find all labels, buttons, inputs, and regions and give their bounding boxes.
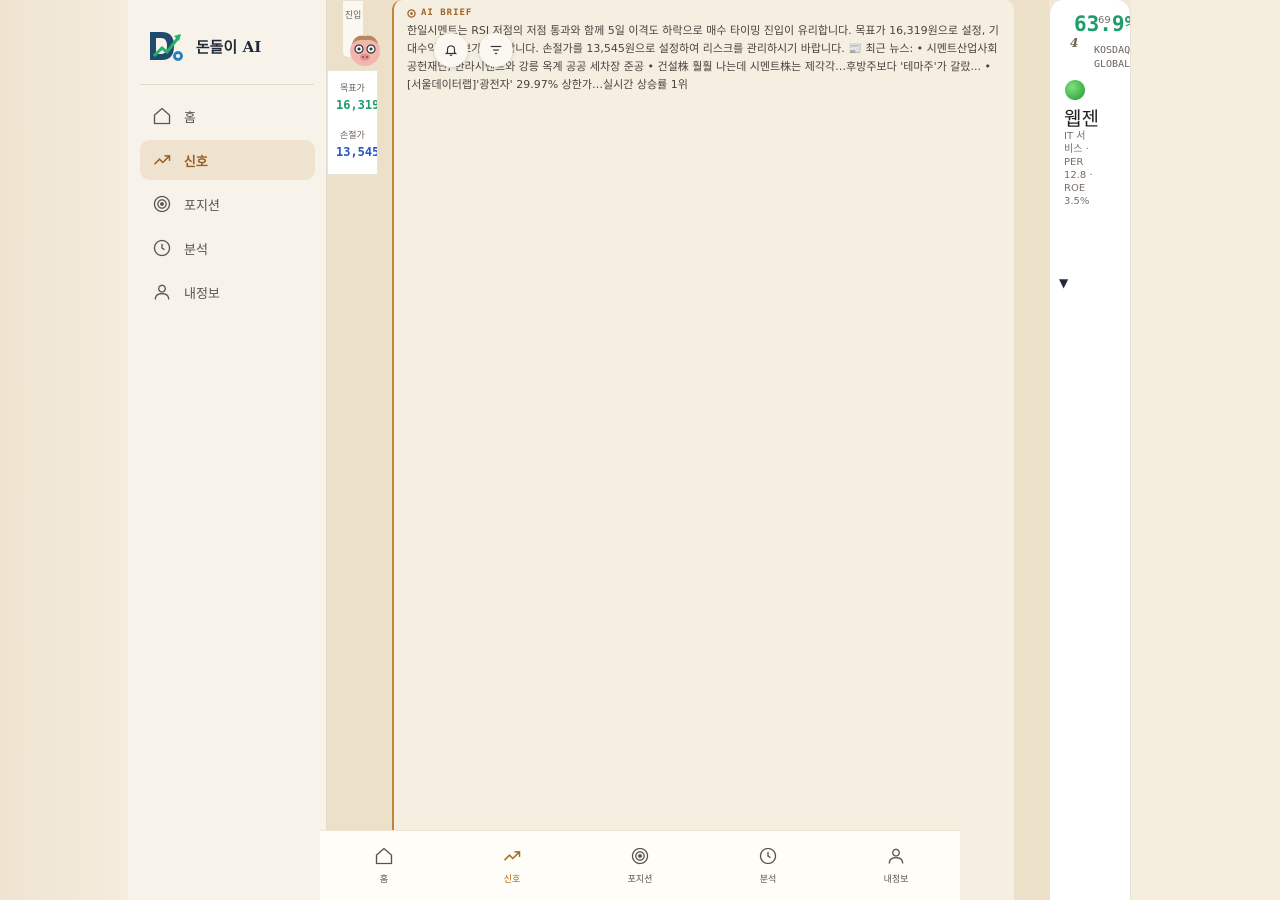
sidebar-item-home[interactable]: 홈 (140, 96, 315, 136)
bottom-nav-label: 포지션 (627, 875, 653, 885)
sidebar-item-analysis[interactable]: 분석 (140, 228, 315, 268)
notification-button[interactable] (434, 33, 468, 67)
market-tag: GLOBAL (1094, 59, 1131, 70)
market-tag: KOSDAQ (1094, 45, 1131, 56)
ai-brief-header: AI BRIEF (407, 8, 1000, 18)
market-tags: KOSDAQ GLOBAL (1094, 44, 1130, 72)
sidebar-item-position[interactable]: 포지션 (140, 184, 315, 224)
ai-brief-panel: AI BRIEF 한일시멘트는 RSI 저점의 저점 통과와 함께 5일 이격도… (392, 0, 1014, 900)
user-icon (154, 284, 170, 300)
score-value: 69 (1098, 15, 1111, 26)
sparkle-icon (407, 8, 416, 18)
stock-detail-panel: 63.9% 69 4 KOSDAQ GLOBAL 웹젠 IT 서비스 · PER… (1049, 0, 1131, 900)
brand[interactable]: 돈돌이 AI (148, 28, 261, 64)
sidebar: 돈돌이 AI 홈 신호 포지션 분석 내정보 (128, 0, 327, 900)
page-background-left (0, 0, 128, 900)
target-icon (631, 847, 649, 865)
trending-up-icon (153, 155, 171, 165)
bottom-nav-label: 홈 (379, 875, 389, 885)
stop-price-label: 손절가 (340, 131, 365, 141)
home-icon (153, 107, 171, 125)
divider (140, 84, 314, 85)
rank-number: 4 (1070, 36, 1079, 50)
stock-name: 웹젠 (1064, 108, 1099, 130)
sidebar-nav: 홈 신호 포지션 분석 내정보 (140, 96, 315, 316)
home-icon (375, 847, 393, 865)
sidebar-item-label: 신호 (184, 154, 208, 170)
bottom-nav-label: 내정보 (883, 875, 909, 885)
sidebar-item-profile[interactable]: 내정보 (140, 272, 315, 312)
brand-logo-icon (150, 32, 183, 61)
filter-icon (490, 45, 502, 55)
clock-icon (759, 847, 777, 865)
trending-up-icon (503, 851, 521, 861)
sidebar-item-label: 분석 (184, 242, 208, 258)
sidebar-item-label: 내정보 (184, 286, 220, 302)
bell-icon (444, 45, 458, 56)
user-icon (888, 848, 904, 864)
status-dot-icon (1065, 80, 1085, 100)
bottom-nav-label: 분석 (759, 875, 777, 885)
target-price-label: 목표가 (340, 84, 365, 94)
page-background-right (1131, 0, 1280, 900)
bottom-nav-label: 신호 (503, 875, 521, 885)
stock-meta: IT 서비스 · PER 12.8 · ROE 3.5% (1064, 131, 1093, 207)
target-price-row: 목표가 16,319 (328, 71, 377, 112)
clock-icon (153, 239, 171, 257)
sidebar-item-label: 홈 (184, 110, 196, 126)
ai-brief-title: AI BRIEF (421, 8, 473, 18)
pig-mascot-icon (350, 35, 380, 66)
target-price-value: 16,319 (336, 98, 378, 112)
target-icon (153, 195, 171, 213)
sidebar-item-label: 포지션 (184, 198, 220, 214)
expand-toggle[interactable]: ▼ (1059, 276, 1068, 290)
price-card: 목표가 16,319 손절가 13,545 (327, 70, 378, 175)
bottom-nav: 홈 신호 포지션 분석 내정보 (320, 830, 960, 900)
bottom-nav-profile[interactable]: 내정보 (832, 831, 960, 900)
stop-price-value: 13,545 (336, 145, 378, 159)
bottom-nav-signal[interactable]: 신호 (448, 831, 576, 900)
sidebar-item-signal[interactable]: 신호 (140, 140, 315, 180)
stop-price-row: 손절가 13,545 (328, 112, 377, 159)
bottom-nav-home[interactable]: 홈 (320, 831, 448, 900)
bottom-nav-analysis[interactable]: 분석 (704, 831, 832, 900)
bottom-nav-position[interactable]: 포지션 (576, 831, 704, 900)
brand-name: 돈돌이 AI (196, 37, 262, 56)
main-content: 진입 목표가 16,319 손절가 13,545 AI BRIEF 한일시멘트는… (327, 0, 1049, 900)
filter-button[interactable] (479, 33, 513, 67)
